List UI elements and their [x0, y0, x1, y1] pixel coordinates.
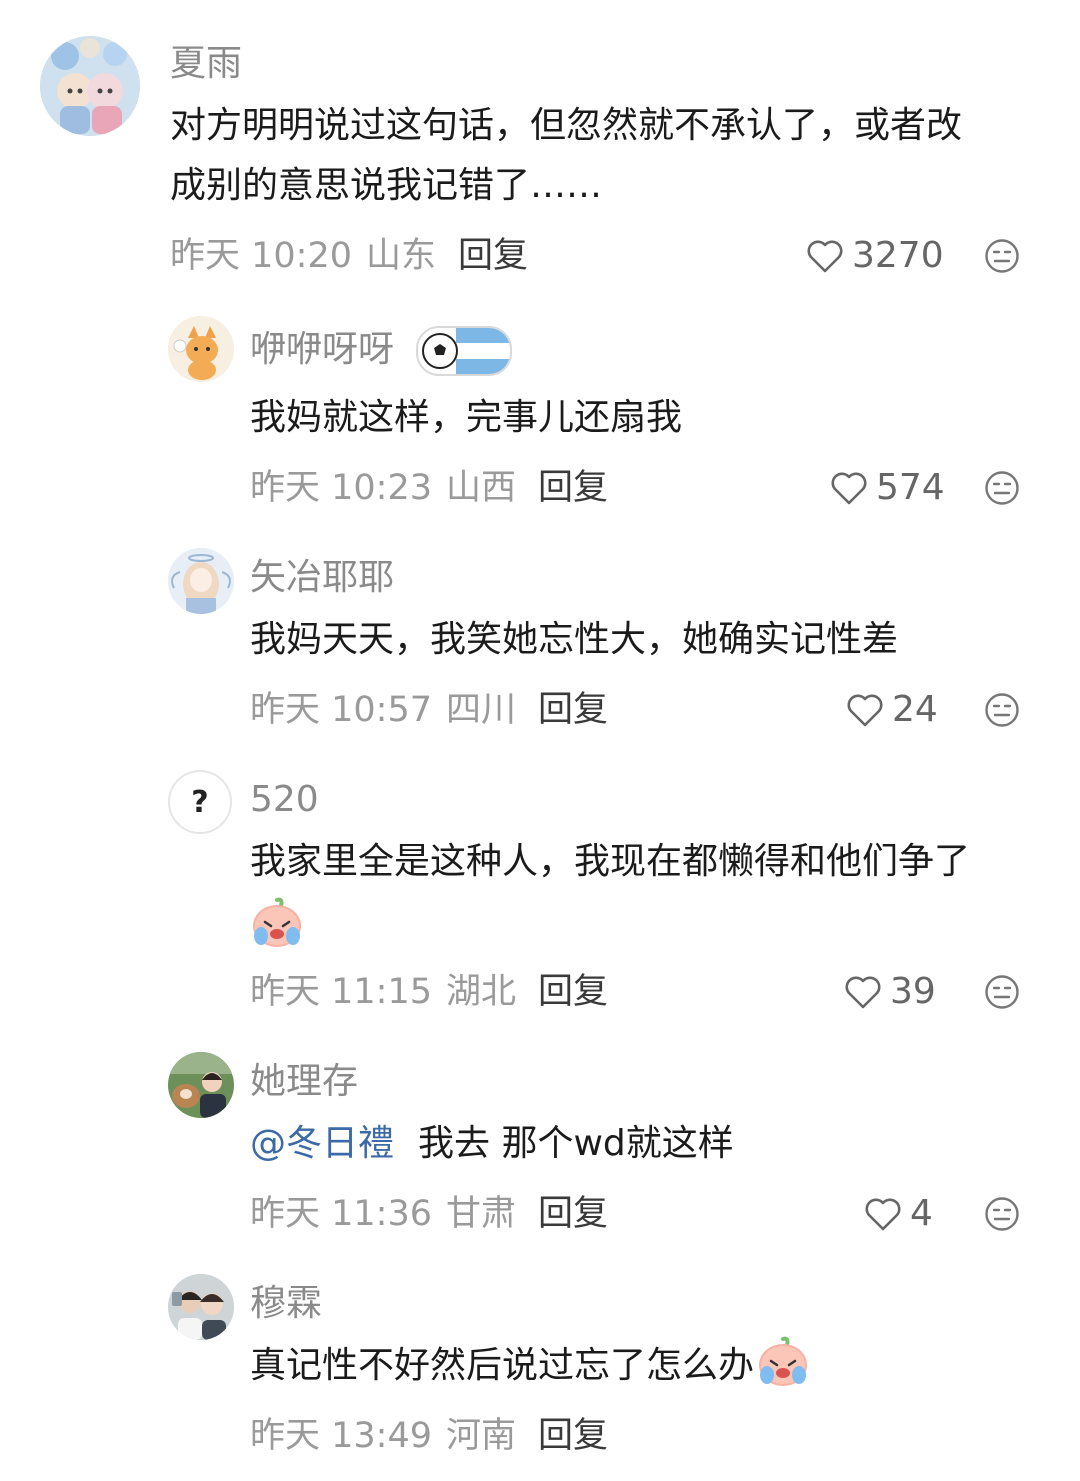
- heart-outline-icon: [847, 694, 883, 727]
- comment-text: 我家里全是这种人，我现在都懒得和他们争了: [250, 832, 1030, 952]
- reply-button[interactable]: 回复: [538, 972, 608, 1012]
- comment-time: 昨天 11:15: [250, 972, 432, 1012]
- reply-button[interactable]: 回复: [538, 1416, 608, 1456]
- like-count: 39: [890, 971, 936, 1012]
- comment-location: 山西: [446, 468, 517, 508]
- like-button[interactable]: 39: [844, 970, 936, 1014]
- comment-text: 我妈就这样，完事儿还扇我: [250, 397, 683, 438]
- like-button[interactable]: 3270: [806, 234, 944, 278]
- comment-text: @冬日禮 我去 那个wd就这样: [250, 1114, 734, 1174]
- comment-location: 湖北: [446, 972, 517, 1012]
- crying-peach-emoji: [253, 897, 301, 947]
- comment-text: 对方明明说过这句话，但忽然就不承认了，或者改 成别的意思说我记错了……: [170, 96, 1030, 216]
- avatar-plush-dolls[interactable]: [40, 36, 140, 136]
- neutral-face-icon[interactable]: [984, 470, 1020, 506]
- comment-meta: 昨天 10:20 山东 回复: [170, 234, 528, 278]
- reply-button[interactable]: 回复: [538, 468, 608, 508]
- like-button[interactable]: 24: [846, 688, 938, 732]
- neutral-face-icon[interactable]: [984, 692, 1020, 728]
- reply-button[interactable]: 回复: [458, 236, 528, 276]
- comment-meta: 昨天 13:49 河南 回复: [250, 1414, 608, 1458]
- comment-location: 河南: [446, 1416, 517, 1456]
- heart-outline-icon: [807, 240, 843, 273]
- like-button[interactable]: 574: [830, 466, 945, 510]
- like-count: 574: [876, 467, 945, 508]
- commenter-name[interactable]: 520: [250, 778, 319, 822]
- avatar-anime-angel[interactable]: [168, 548, 234, 614]
- avatar-friends-photo[interactable]: [168, 1274, 234, 1340]
- like-count: 4: [910, 1193, 933, 1234]
- reply-button[interactable]: 回复: [538, 690, 608, 730]
- avatar-orange-cat[interactable]: [168, 316, 234, 382]
- commenter-name[interactable]: 她理存: [250, 1060, 358, 1104]
- question-mark-icon: ?: [191, 784, 209, 820]
- comment-location: 四川: [446, 690, 517, 730]
- comment-time: 昨天 10:23: [250, 468, 432, 508]
- comment-text-line: 对方明明说过这句话，但忽然就不承认了，或者改: [170, 105, 963, 146]
- comment-text-line: 成别的意思说我记错了……: [170, 165, 603, 206]
- commenter-name[interactable]: 夏雨: [170, 42, 242, 86]
- heart-outline-icon: [831, 472, 867, 505]
- commenter-name[interactable]: 咿咿呀呀: [250, 328, 394, 372]
- comment-time: 昨天 10:20: [170, 236, 352, 276]
- neutral-face-icon[interactable]: [984, 238, 1020, 274]
- comment-meta: 昨天 11:15 湖北 回复: [250, 970, 608, 1014]
- comment-meta: 昨天 10:23 山西 回复: [250, 466, 608, 510]
- crying-peach-emoji: [759, 1336, 808, 1386]
- like-count: 24: [892, 689, 938, 730]
- reply-button[interactable]: 回复: [538, 1194, 608, 1234]
- comment-time: 昨天 11:36: [250, 1194, 432, 1234]
- comment-meta: 昨天 11:36 甘肃 回复: [250, 1192, 608, 1236]
- mention-link[interactable]: @冬日禮: [250, 1123, 394, 1164]
- heart-outline-icon: [865, 1198, 901, 1231]
- avatar-question-mark[interactable]: ?: [168, 770, 232, 834]
- comment-time: 昨天 13:49: [250, 1416, 432, 1456]
- commenter-name[interactable]: 穆霖: [250, 1282, 322, 1326]
- comment-location: 山东: [366, 236, 437, 276]
- comment-location: 甘肃: [446, 1194, 517, 1234]
- heart-outline-icon: [845, 976, 881, 1009]
- comment-text: 真记性不好然后说过忘了怎么办: [250, 1336, 810, 1396]
- comment-meta: 昨天 10:57 四川 回复: [250, 688, 608, 732]
- comment-time: 昨天 10:57: [250, 690, 432, 730]
- neutral-face-icon[interactable]: [984, 1196, 1020, 1232]
- comment-text-content: 我家里全是这种人，我现在都懒得和他们争了: [250, 841, 971, 882]
- commenter-name[interactable]: 矢冶耶耶: [250, 556, 394, 600]
- like-button[interactable]: 4: [864, 1192, 933, 1236]
- comment-text-content: 我去 那个wd就这样: [418, 1123, 734, 1164]
- soccer-argentina-badge: [416, 326, 512, 376]
- avatar-girl-with-dog[interactable]: [168, 1052, 234, 1118]
- neutral-face-icon[interactable]: [984, 974, 1020, 1010]
- like-count: 3270: [852, 235, 944, 276]
- comment-text: 我妈天天，我笑她忘性大，她确实记性差: [250, 619, 899, 660]
- comment-text-content: 真记性不好然后说过忘了怎么办: [250, 1345, 755, 1386]
